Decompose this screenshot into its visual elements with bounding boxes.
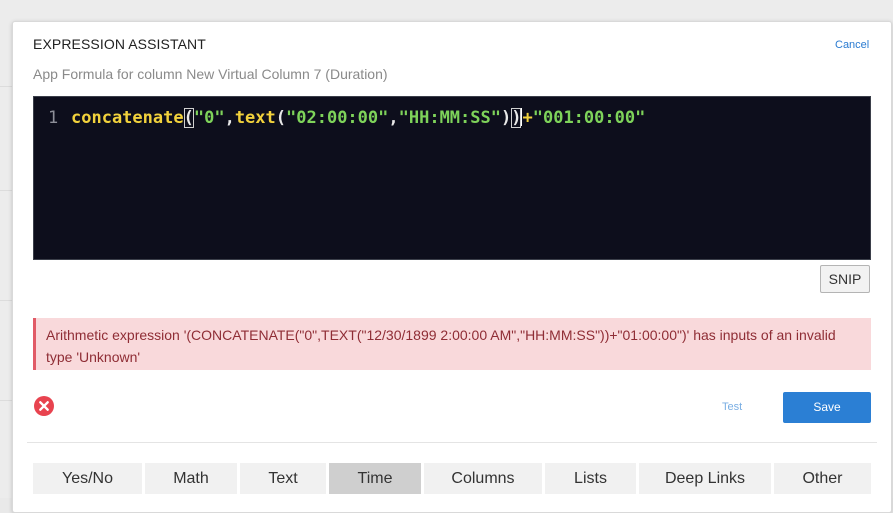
token-string: "02:00:00" <box>286 108 389 128</box>
error-message: Arithmetic expression '(CONCATENATE("0",… <box>33 318 871 370</box>
dialog-title: EXPRESSION ASSISTANT <box>33 36 206 52</box>
token-function: text <box>234 108 276 128</box>
token-paren-open: ( <box>183 108 194 128</box>
formula-editor[interactable]: 1 concatenate("0",text("02:00:00","HH:MM… <box>33 96 871 260</box>
tab-columns[interactable]: Columns <box>424 463 542 494</box>
dialog-subtitle: App Formula for column New Virtual Colum… <box>33 66 388 82</box>
background-divider <box>0 300 12 301</box>
token-paren-close: ) <box>511 108 522 128</box>
token-paren-open: ( <box>275 108 287 128</box>
section-divider <box>27 442 877 443</box>
tab-deep-links[interactable]: Deep Links <box>639 463 771 494</box>
test-link[interactable]: Test <box>722 401 742 413</box>
token-operator: + <box>522 108 533 128</box>
background-divider <box>0 400 12 401</box>
snip-button[interactable]: SNIP <box>820 265 870 293</box>
cancel-link[interactable]: Cancel <box>835 39 869 51</box>
token-function: concatenate <box>71 108 184 128</box>
token-string: "HH:MM:SS" <box>398 108 501 128</box>
token-comma: , <box>388 108 399 128</box>
token-comma: , <box>224 108 235 128</box>
formula-code[interactable]: concatenate("0",text("02:00:00","HH:MM:S… <box>71 108 645 128</box>
token-string: "0" <box>193 108 225 128</box>
tab-other[interactable]: Other <box>774 463 871 494</box>
tab-yes-no[interactable]: Yes/No <box>33 463 142 494</box>
tab-lists[interactable]: Lists <box>545 463 636 494</box>
token-string: "001:00:00" <box>532 108 646 128</box>
tab-text[interactable]: Text <box>240 463 326 494</box>
function-category-tabs: Yes/No Math Text Time Columns Lists Deep… <box>33 463 871 494</box>
background-divider <box>0 190 12 191</box>
line-number: 1 <box>48 108 59 128</box>
tab-math[interactable]: Math <box>145 463 237 494</box>
background-divider <box>0 86 12 87</box>
expression-assistant-dialog: EXPRESSION ASSISTANT Cancel App Formula … <box>12 21 892 513</box>
token-paren-close: ) <box>500 108 512 128</box>
x-circle-icon <box>34 396 54 416</box>
tab-time[interactable]: Time <box>329 463 421 494</box>
save-button[interactable]: Save <box>783 392 871 423</box>
